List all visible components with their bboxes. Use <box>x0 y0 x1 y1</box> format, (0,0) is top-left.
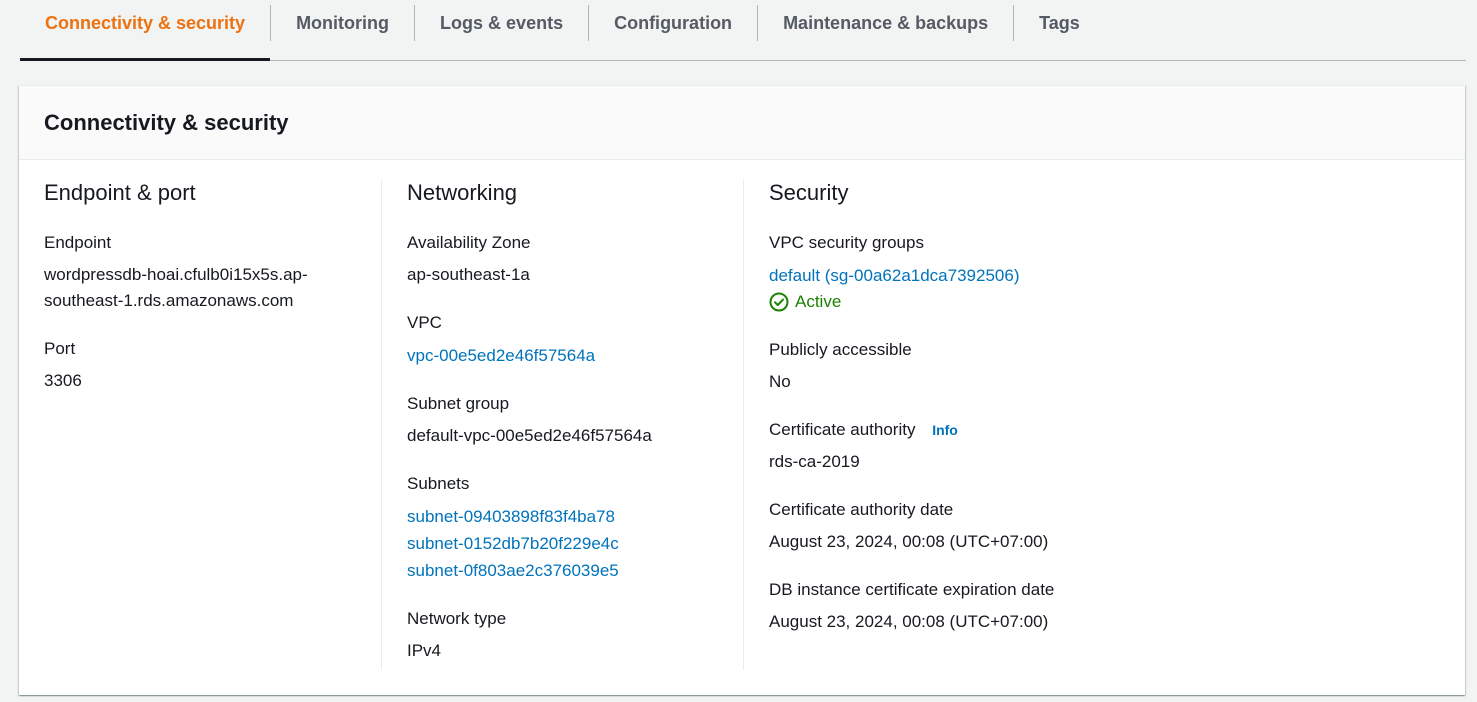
check-circle-icon <box>769 292 789 312</box>
tab-configuration[interactable]: Configuration <box>589 0 757 60</box>
endpoint-port-column: Endpoint & port Endpoint wordpressdb-hoa… <box>44 180 374 670</box>
publicly-accessible-field: Publicly accessible No <box>769 339 1169 395</box>
panel-columns: Endpoint & port Endpoint wordpressdb-hoa… <box>19 160 1465 680</box>
tab-tags[interactable]: Tags <box>1014 0 1105 60</box>
tab-bar: Connectivity & security Monitoring Logs … <box>20 0 1466 61</box>
certificate-authority-label-row: Certificate authority Info <box>769 419 1169 441</box>
certificate-authority-value: rds-ca-2019 <box>769 452 860 471</box>
availability-zone-value: ap-southeast-1a <box>407 265 530 284</box>
security-group-link[interactable]: default (sg-00a62a1dca7392506) <box>769 262 1169 289</box>
vpc-field: VPC vpc-00e5ed2e46f57564a <box>407 312 747 369</box>
vpc-label: VPC <box>407 313 442 332</box>
networking-column: Networking Availability Zone ap-southeas… <box>381 180 747 670</box>
endpoint-label: Endpoint <box>44 233 112 252</box>
connectivity-security-panel: Connectivity & security Endpoint & port … <box>19 85 1465 695</box>
security-group-status-text: Active <box>795 292 842 311</box>
network-type-label: Network type <box>407 609 507 628</box>
tab-connectivity-security[interactable]: Connectivity & security <box>20 0 271 61</box>
subnet-group-value: default-vpc-00e5ed2e46f57564a <box>407 426 652 445</box>
security-groups-field: VPC security groups default (sg-00a62a1d… <box>769 232 1169 315</box>
subnet-link[interactable]: subnet-0f803ae2c376039e5 <box>407 557 747 584</box>
certificate-expiration-field: DB instance certificate expiration date … <box>769 579 1169 635</box>
availability-zone-field: Availability Zone ap-southeast-1a <box>407 232 747 288</box>
panel-title: Connectivity & security <box>44 109 289 135</box>
endpoint-port-title: Endpoint & port <box>44 180 196 205</box>
publicly-accessible-label: Publicly accessible <box>769 340 912 359</box>
security-group-status: Active <box>769 289 1169 315</box>
vpc-link[interactable]: vpc-00e5ed2e46f57564a <box>407 342 747 369</box>
endpoint-value-line1: wordpressdb-hoai.cfulb0i15x5s.ap- <box>44 265 308 284</box>
publicly-accessible-value: No <box>769 372 791 391</box>
subnet-group-label: Subnet group <box>407 394 510 413</box>
subnets-label: Subnets <box>407 474 470 493</box>
subnet-link[interactable]: subnet-09403898f83f4ba78 <box>407 503 747 530</box>
security-column: Security VPC security groups default (sg… <box>743 180 1169 670</box>
certificate-expiration-value: August 23, 2024, 00:08 (UTC+07:00) <box>769 612 1049 631</box>
availability-zone-label: Availability Zone <box>407 233 531 252</box>
security-groups-label: VPC security groups <box>769 233 924 252</box>
network-type-value: IPv4 <box>407 641 442 660</box>
network-type-field: Network type IPv4 <box>407 608 747 664</box>
subnet-group-field: Subnet group default-vpc-00e5ed2e46f5756… <box>407 393 747 449</box>
tab-maintenance-backups[interactable]: Maintenance & backups <box>758 0 1013 60</box>
panel-header: Connectivity & security <box>19 86 1465 160</box>
tab-logs-events[interactable]: Logs & events <box>415 0 588 60</box>
endpoint-value: wordpressdb-hoai.cfulb0i15x5s.ap- southe… <box>44 262 374 314</box>
subnets-field: Subnets subnet-09403898f83f4ba78 subnet-… <box>407 473 747 584</box>
endpoint-field: Endpoint wordpressdb-hoai.cfulb0i15x5s.a… <box>44 232 374 314</box>
certificate-authority-field: Certificate authority Info rds-ca-2019 <box>769 419 1169 475</box>
tab-monitoring[interactable]: Monitoring <box>271 0 414 60</box>
certificate-expiration-label: DB instance certificate expiration date <box>769 580 1055 599</box>
certificate-authority-date-field: Certificate authority date August 23, 20… <box>769 499 1169 555</box>
security-title: Security <box>769 180 849 205</box>
port-value: 3306 <box>44 371 82 390</box>
port-field: Port 3306 <box>44 338 374 394</box>
certificate-authority-label: Certificate authority <box>769 420 916 439</box>
subnet-link[interactable]: subnet-0152db7b20f229e4c <box>407 530 747 557</box>
port-label: Port <box>44 339 76 358</box>
endpoint-value-line2: southeast-1.rds.amazonaws.com <box>44 291 294 310</box>
networking-title: Networking <box>407 180 518 205</box>
certificate-authority-date-value: August 23, 2024, 00:08 (UTC+07:00) <box>769 532 1049 551</box>
certificate-authority-date-label: Certificate authority date <box>769 500 954 519</box>
certificate-authority-info-link[interactable]: Info <box>932 422 958 438</box>
